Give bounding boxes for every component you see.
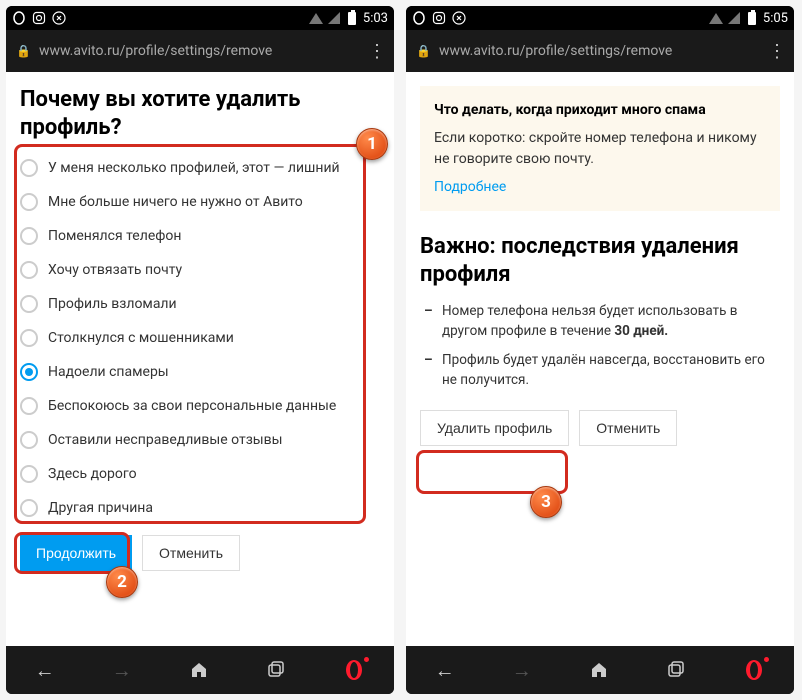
reason-label: Мне больше ничего не нужно от Авито: [48, 194, 303, 211]
wifi-icon: [309, 11, 323, 25]
nav-home-icon[interactable]: [189, 660, 209, 680]
clock: 5:03: [363, 11, 388, 26]
consequences-list: Номер телефона нельзя будет использовать…: [420, 302, 780, 390]
radio-icon: [20, 295, 38, 313]
shazam-icon: [52, 11, 66, 25]
radio-icon: [20, 363, 38, 381]
reason-option[interactable]: У меня несколько профилей, этот — лишний: [20, 155, 380, 181]
radio-icon: [20, 397, 38, 415]
radio-icon: [20, 465, 38, 483]
nav-tabs-icon[interactable]: [666, 660, 686, 680]
url-text: www.avito.ru/profile/settings/remove: [39, 43, 360, 59]
reason-radio-group: У меня несколько профилей, этот — лишний…: [20, 155, 380, 521]
status-bar: 5:05: [406, 6, 794, 30]
reason-label: Здесь дорого: [48, 466, 137, 483]
page-title: Почему вы хотите удалить профиль?: [20, 86, 380, 141]
info-link[interactable]: Подробнее: [434, 177, 766, 197]
cancel-button[interactable]: Отменить: [142, 535, 240, 571]
reason-label: Хочу отвязать почту: [48, 262, 182, 279]
instagram-icon: [432, 11, 446, 25]
lock-icon: 🔒: [416, 44, 431, 58]
reason-option[interactable]: Оставили несправедливые отзывы: [20, 427, 380, 453]
browser-menu-icon[interactable]: ⋮: [368, 41, 384, 62]
reason-label: Поменялся телефон: [48, 228, 181, 245]
reason-label: Столкнулся с мошенниками: [48, 330, 234, 347]
radio-icon: [20, 159, 38, 177]
cancel-button[interactable]: Отменить: [579, 410, 677, 446]
page-content: Почему вы хотите удалить профиль? У меня…: [6, 72, 394, 646]
radio-icon: [20, 329, 38, 347]
instagram-icon: [32, 11, 46, 25]
delete-profile-button[interactable]: Удалить профиль: [420, 410, 569, 446]
url-text: www.avito.ru/profile/settings/remove: [439, 43, 760, 59]
radio-icon: [20, 499, 38, 517]
reason-option[interactable]: Здесь дорого: [20, 461, 380, 487]
browser-menu-icon[interactable]: ⋮: [768, 41, 784, 62]
reason-option[interactable]: Поменялся телефон: [20, 223, 380, 249]
reason-option[interactable]: Другая причина: [20, 495, 380, 521]
radio-icon: [20, 193, 38, 211]
clock: 5:05: [763, 11, 788, 26]
radio-icon: [20, 261, 38, 279]
opera-mini-icon: [412, 11, 426, 25]
phone-right: 5:05 🔒 www.avito.ru/profile/settings/rem…: [406, 6, 794, 694]
reason-label: Беспокоюсь за свои персональные данные: [48, 398, 336, 415]
battery-icon: [345, 11, 359, 25]
reason-option[interactable]: Беспокоюсь за свои персональные данные: [20, 393, 380, 419]
continue-button[interactable]: Продолжить: [20, 535, 132, 571]
signal-icon: [727, 11, 741, 25]
info-body: Если коротко: скройте номер телефона и н…: [434, 128, 766, 169]
wifi-icon: [709, 11, 723, 25]
reason-option[interactable]: Профиль взломали: [20, 291, 380, 317]
nav-home-icon[interactable]: [589, 660, 609, 680]
reason-option[interactable]: Хочу отвязать почту: [20, 257, 380, 283]
signal-icon: [327, 11, 341, 25]
nav-forward-icon[interactable]: →: [112, 658, 132, 683]
reason-label: Надоели спамеры: [48, 364, 169, 381]
browser-nav: ← →: [6, 646, 394, 694]
shazam-icon: [452, 11, 466, 25]
reason-label: У меня несколько профилей, этот — лишний: [48, 160, 340, 177]
nav-tabs-icon[interactable]: [266, 660, 286, 680]
opera-mini-icon: [12, 11, 26, 25]
reason-label: Профиль взломали: [48, 296, 177, 313]
nav-opera-icon[interactable]: [343, 659, 365, 681]
radio-icon: [20, 431, 38, 449]
nav-back-icon[interactable]: ←: [435, 658, 455, 683]
page-content: Что делать, когда приходит много спама Е…: [406, 72, 794, 646]
page-title: Важно: последствия удаления профиля: [420, 233, 780, 288]
step-badge-3: 3: [530, 486, 562, 518]
reason-label: Другая причина: [48, 500, 153, 517]
battery-icon: [745, 11, 759, 25]
info-title: Что делать, когда приходит много спама: [434, 100, 766, 120]
reason-option[interactable]: Мне больше ничего не нужно от Авито: [20, 189, 380, 215]
phone-left: 5:03 🔒 www.avito.ru/profile/settings/rem…: [6, 6, 394, 694]
spam-info-box: Что делать, когда приходит много спама Е…: [420, 86, 780, 211]
lock-icon: 🔒: [16, 44, 31, 58]
nav-forward-icon[interactable]: →: [512, 658, 532, 683]
browser-nav: ← →: [406, 646, 794, 694]
status-bar: 5:03: [6, 6, 394, 30]
reason-option[interactable]: Столкнулся с мошенниками: [20, 325, 380, 351]
callout-box-3: [416, 450, 568, 494]
radio-icon: [20, 227, 38, 245]
reason-label: Оставили несправедливые отзывы: [48, 432, 283, 449]
consequence-item: Профиль будет удалён навсегда, восстанов…: [420, 351, 780, 390]
nav-opera-icon[interactable]: [743, 659, 765, 681]
url-bar[interactable]: 🔒 www.avito.ru/profile/settings/remove ⋮: [6, 30, 394, 72]
url-bar[interactable]: 🔒 www.avito.ru/profile/settings/remove ⋮: [406, 30, 794, 72]
consequence-item: Номер телефона нельзя будет использовать…: [420, 302, 780, 341]
reason-option[interactable]: Надоели спамеры: [20, 359, 380, 385]
nav-back-icon[interactable]: ←: [35, 658, 55, 683]
